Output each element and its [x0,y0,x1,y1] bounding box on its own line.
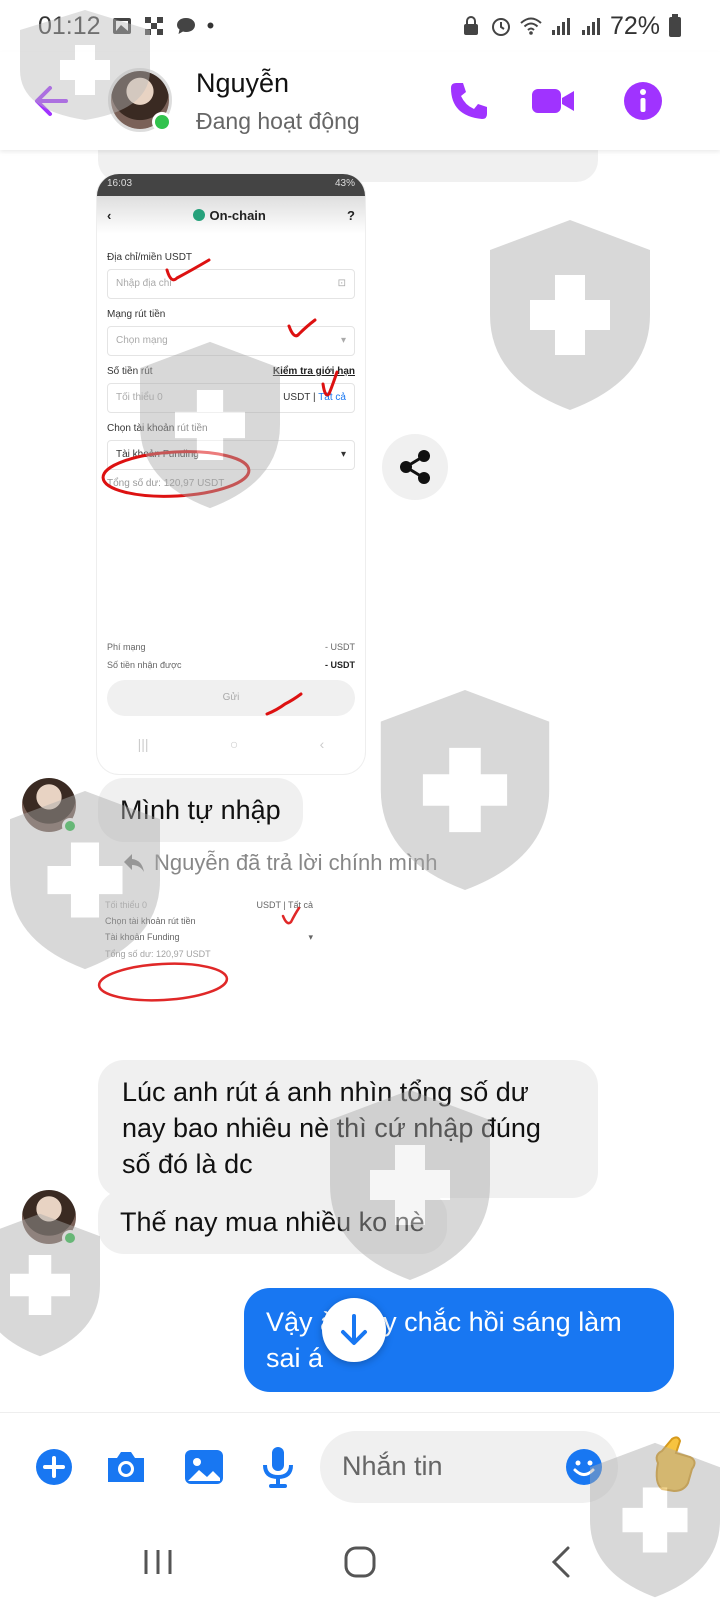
contact-name[interactable]: Nguyễn [196,68,289,99]
battery-percent: 72% [609,11,660,40]
back-arrow-icon[interactable] [30,80,72,122]
message-input-placeholder: Nhắn tin [342,1451,443,1481]
sender-online-dot [62,1230,78,1246]
reply-note-text: Nguyễn đã trả lời chính mình [154,850,438,875]
message-list[interactable]: 16:03 43% ‹ On-chain ? Địa chỉ/miền USDT… [0,150,720,1412]
gallery-notification-icon [112,18,131,34]
signal-icon-2 [581,18,600,35]
message-text: Lúc anh rút á anh nhìn tổng số dư nay ba… [122,1077,541,1179]
chat-notification-icon [176,18,195,34]
emoji-icon[interactable] [564,1447,604,1487]
share-icon[interactable] [382,434,448,500]
lock-icon [463,16,478,35]
message-text: Thế nay mua nhiều ko nè [120,1207,425,1237]
online-indicator [152,112,172,132]
incoming-message[interactable]: Mình tự nhập [98,778,303,842]
sender-online-dot [62,818,78,834]
phone-call-icon[interactable] [446,78,492,124]
message-composer: Nhắn tin [0,1412,720,1522]
recent-apps-icon[interactable] [138,1542,178,1582]
sender-avatar[interactable] [22,778,78,834]
reply-icon [124,854,144,872]
reply-image-preview[interactable]: Tối thiểu 0 USDT | Tất cả Chọn tài khoản … [97,878,321,1028]
camera-icon[interactable] [102,1443,150,1491]
signal-icon [551,18,570,35]
contact-avatar[interactable] [108,68,172,132]
gallery-icon[interactable] [180,1443,228,1491]
shared-screenshot-image[interactable]: 16:03 43% ‹ On-chain ? Địa chỉ/miền USDT… [97,174,365,774]
thumbs-up-emoji-icon[interactable] [644,1433,702,1497]
red-annotation-marks [101,258,339,716]
grid-notification-icon [144,17,163,35]
conversation-header: Nguyễn Đang hoạt động [0,52,720,150]
outgoing-message[interactable]: Vậy à. Vậy chắc hồi sáng làm sai á [244,1288,674,1392]
alarm-icon [491,18,510,36]
battery-icon [669,14,681,37]
home-icon[interactable] [340,1542,380,1582]
status-bar: 01:12 • 72% [0,0,720,52]
system-navigation-bar [0,1522,720,1600]
more-notifications-dot: • [206,13,215,38]
video-call-icon[interactable] [530,78,576,124]
incoming-message[interactable]: Lúc anh rút á anh nhìn tổng số dư nay ba… [98,1060,598,1198]
plus-icon[interactable] [30,1443,78,1491]
reply-note: Nguyễn đã trả lời chính mình [122,850,437,876]
incoming-message[interactable]: Thế nay mua nhiều ko nè [98,1190,447,1254]
message-text: Mình tự nhập [120,795,281,825]
message-input[interactable]: Nhắn tin [320,1431,618,1503]
sender-avatar[interactable] [22,1190,78,1246]
wifi-icon [520,17,542,35]
scroll-to-bottom-button[interactable] [322,1298,386,1362]
contact-status: Đang hoạt động [196,108,360,134]
reply-red-marks [97,906,301,1002]
status-time: 01:12 [38,11,101,40]
microphone-icon[interactable] [254,1443,302,1491]
info-icon[interactable] [620,78,666,124]
message-text: Vậy à. Vậy chắc hồi sáng làm sai á [266,1307,622,1373]
back-nav-icon[interactable] [542,1542,582,1582]
hand-emoji-graphic [655,1436,696,1493]
